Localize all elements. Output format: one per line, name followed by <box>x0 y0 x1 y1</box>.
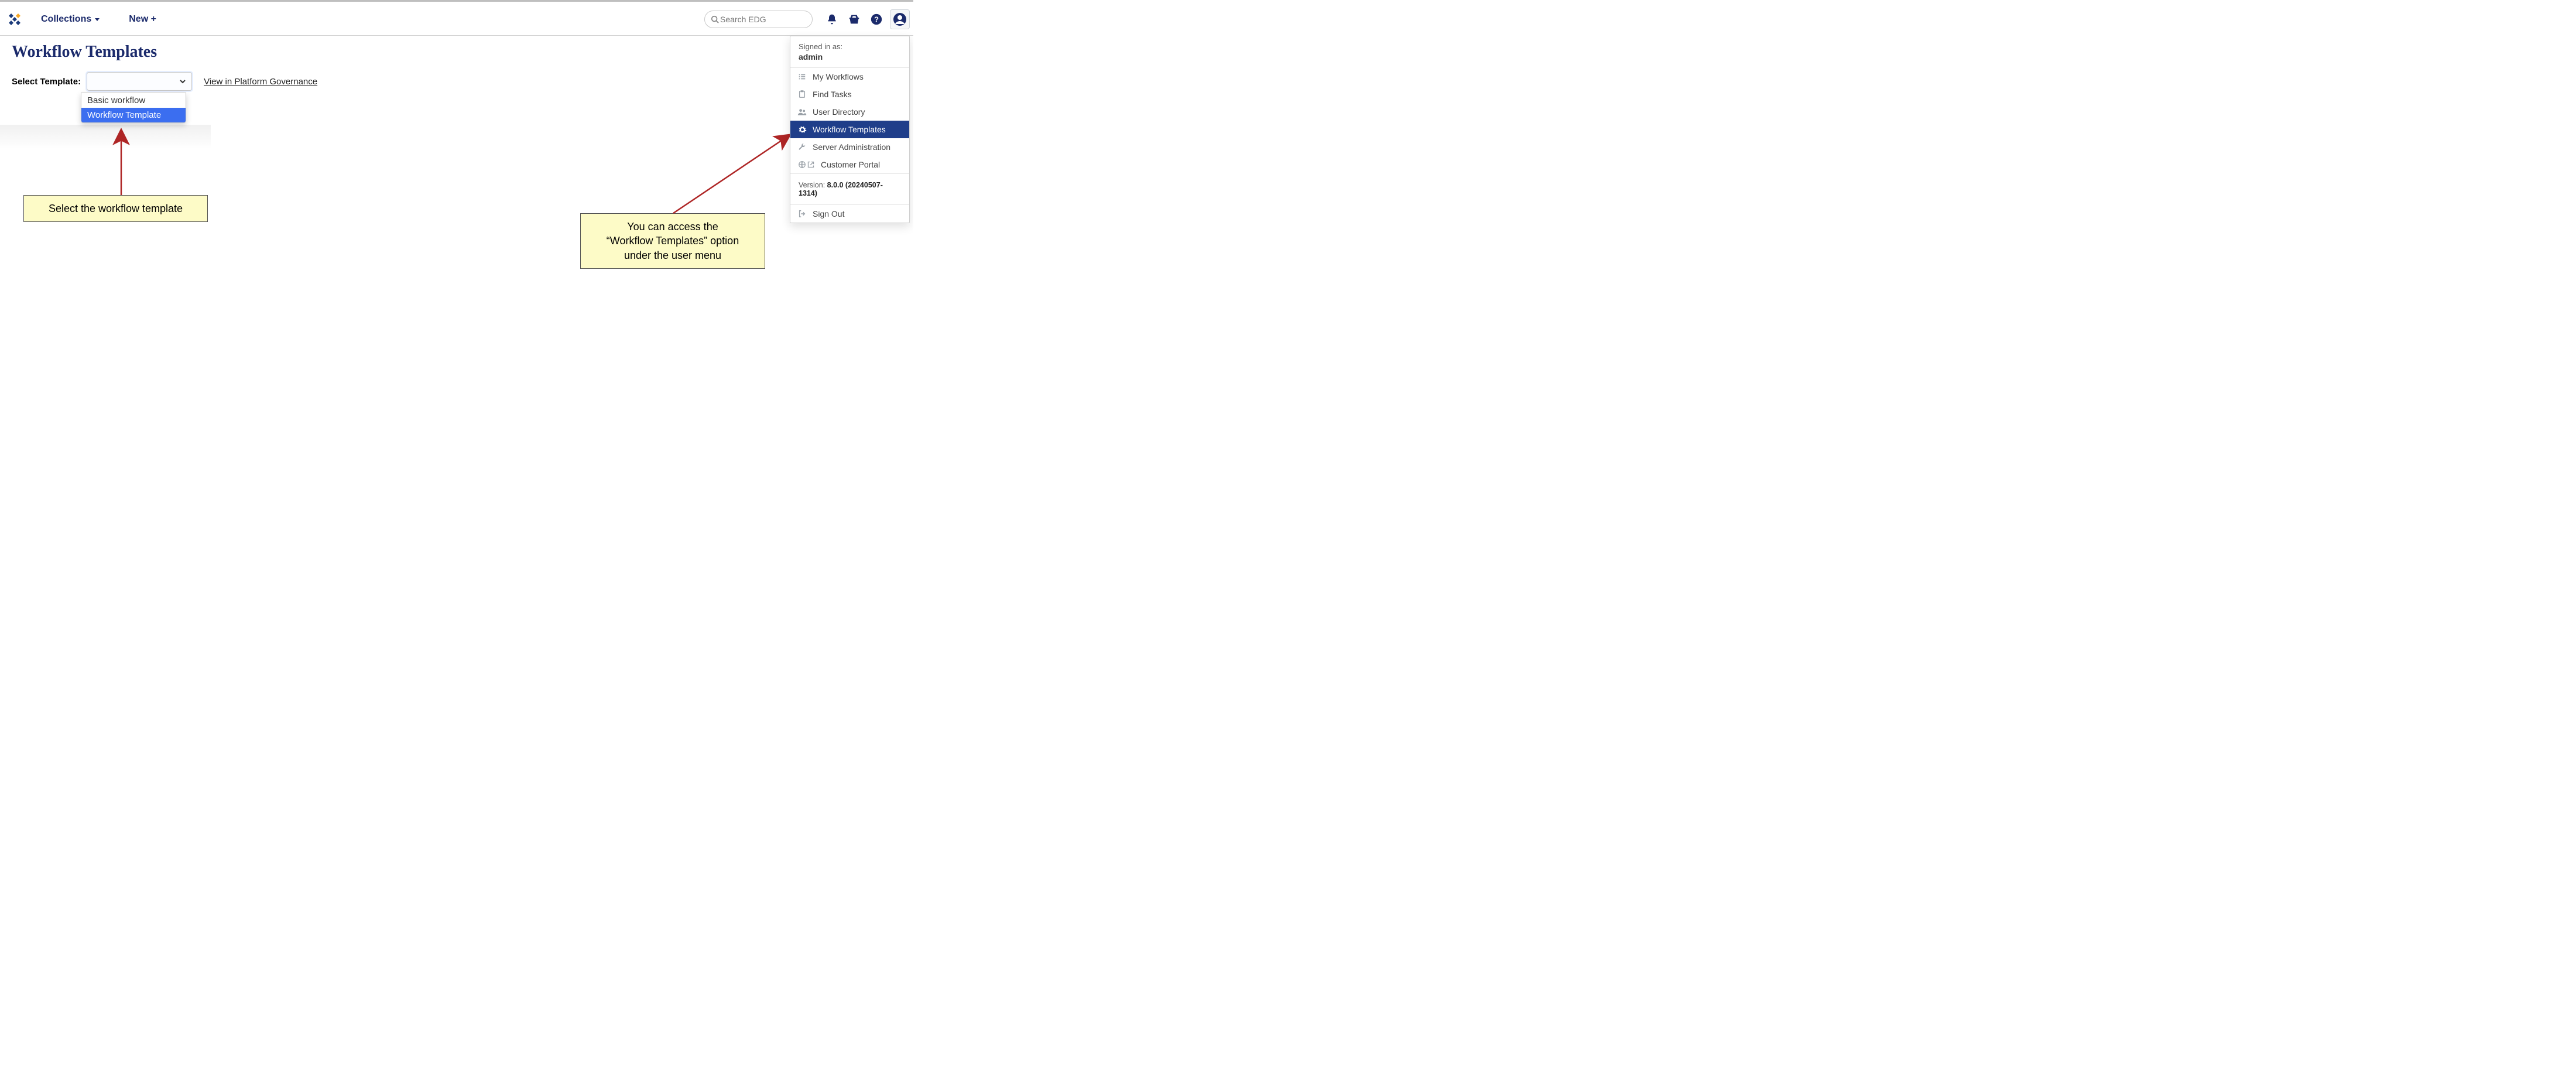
menu-find-tasks[interactable]: Find Tasks <box>790 86 909 103</box>
chevron-down-icon <box>179 77 187 86</box>
template-select[interactable] <box>87 72 192 91</box>
menu-workflow-templates[interactable]: Workflow Templates <box>790 121 909 138</box>
menu-server-administration[interactable]: Server Administration <box>790 138 909 156</box>
sign-out-icon <box>797 209 807 218</box>
menu-workflow-templates-label: Workflow Templates <box>813 125 886 134</box>
help-icon[interactable]: ? <box>869 12 884 27</box>
menu-server-administration-label: Server Administration <box>813 142 890 152</box>
version-row: Version: 8.0.0 (20240507-1314) <box>790 174 909 204</box>
search-box[interactable] <box>704 11 813 28</box>
menu-find-tasks-label: Find Tasks <box>813 90 852 99</box>
select-template-label: Select Template: <box>12 77 81 87</box>
globe-icon <box>797 160 815 169</box>
user-menu-header: Signed in as: admin <box>790 36 909 67</box>
view-in-governance-link[interactable]: View in Platform Governance <box>204 77 317 87</box>
shade-decoration <box>0 125 211 149</box>
page-title: Workflow Templates <box>12 43 157 62</box>
menu-user-directory[interactable]: User Directory <box>790 103 909 121</box>
select-template-row: Select Template: View in Platform Govern… <box>12 72 317 91</box>
clipboard-icon <box>797 90 807 99</box>
nav-collections-label: Collections <box>41 14 91 25</box>
callout-user-menu-hint: You can access the “Workflow Templates” … <box>580 213 765 269</box>
version-label: Version: <box>799 181 827 189</box>
menu-user-directory-label: User Directory <box>813 107 865 117</box>
gear-icon <box>797 125 807 134</box>
chevron-down-icon <box>95 18 100 21</box>
users-icon <box>797 107 807 117</box>
list-icon <box>797 72 807 81</box>
basket-icon[interactable] <box>847 12 862 27</box>
top-bar: Collections New + ? <box>0 4 913 36</box>
notifications-bell-icon[interactable] <box>824 12 840 27</box>
signed-in-username: admin <box>799 52 901 62</box>
search-input[interactable] <box>719 14 806 25</box>
menu-customer-portal[interactable]: Customer Portal <box>790 156 909 173</box>
menu-sign-out-label: Sign Out <box>813 209 844 218</box>
callout-user-menu-line3: under the user menu <box>591 248 754 262</box>
nav-new[interactable]: New + <box>129 14 156 25</box>
user-menu-dropdown: Signed in as: admin My Workflows Find Ta… <box>790 36 910 223</box>
user-menu-button[interactable] <box>890 9 910 29</box>
svg-text:?: ? <box>874 15 879 24</box>
nav-collections[interactable]: Collections <box>41 14 100 25</box>
template-option-workflow-template[interactable]: Workflow Template <box>81 108 186 122</box>
app-stage: Collections New + ? Workflow Templates S… <box>0 0 913 384</box>
wrench-icon <box>797 142 807 152</box>
app-logo-icon <box>6 11 23 28</box>
callout-user-menu-line1: You can access the <box>591 220 754 234</box>
callout-select-template: Select the workflow template <box>23 195 208 222</box>
menu-my-workflows[interactable]: My Workflows <box>790 68 909 86</box>
template-option-basic[interactable]: Basic workflow <box>81 93 186 108</box>
signed-in-as-label: Signed in as: <box>799 42 901 51</box>
menu-customer-portal-label: Customer Portal <box>821 160 880 169</box>
callout-user-menu-line2: “Workflow Templates” option <box>591 234 754 248</box>
menu-my-workflows-label: My Workflows <box>813 72 864 81</box>
menu-sign-out[interactable]: Sign Out <box>790 205 909 223</box>
callout-select-template-text: Select the workflow template <box>35 201 197 216</box>
template-dropdown-list: Basic workflow Workflow Template <box>81 93 186 123</box>
nav-new-label: New + <box>129 14 156 25</box>
external-link-icon <box>807 161 814 168</box>
arrow-to-user-menu-icon <box>673 135 789 213</box>
search-icon <box>711 15 719 23</box>
